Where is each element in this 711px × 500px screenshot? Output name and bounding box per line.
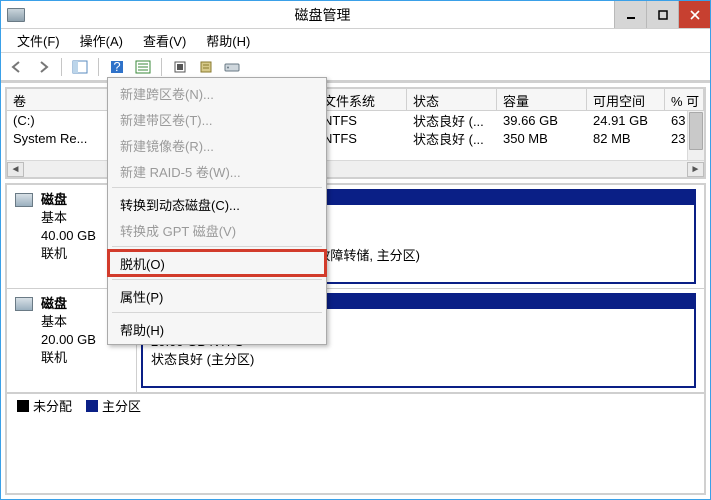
- window-buttons: [614, 1, 710, 28]
- col-fs[interactable]: 文件系统: [317, 89, 407, 110]
- separator: [98, 58, 99, 76]
- cell-cap: 39.66 GB: [497, 113, 587, 128]
- ctx-new-spanned[interactable]: 新建跨区卷(N)...: [108, 80, 326, 106]
- swatch-black-icon: [17, 400, 29, 412]
- ctx-separator: [112, 312, 322, 313]
- title-bar: 磁盘管理: [1, 1, 710, 29]
- disk1-type: 基本: [41, 313, 96, 331]
- ctx-separator: [112, 279, 322, 280]
- ctx-convert-gpt[interactable]: 转换成 GPT 磁盘(V): [108, 217, 326, 243]
- cell-cap: 350 MB: [497, 131, 587, 146]
- refresh-button[interactable]: [170, 57, 190, 77]
- window-title: 磁盘管理: [31, 5, 614, 25]
- menu-help[interactable]: 帮助(H): [196, 29, 260, 52]
- menu-bar: 文件(F) 操作(A) 查看(V) 帮助(H): [1, 29, 710, 53]
- cell-free: 24.91 GB: [587, 113, 665, 128]
- menu-file[interactable]: 文件(F): [7, 29, 70, 52]
- vertical-scrollbar[interactable]: [687, 111, 704, 160]
- action-list-button[interactable]: [133, 57, 153, 77]
- separator: [161, 58, 162, 76]
- ctx-new-mirror[interactable]: 新建镜像卷(R)...: [108, 132, 326, 158]
- svg-text:?: ?: [113, 60, 120, 74]
- ctx-separator: [112, 187, 322, 188]
- cell-free: 82 MB: [587, 131, 665, 146]
- legend-primary: 主分区: [86, 396, 141, 415]
- settings-button[interactable]: [196, 57, 216, 77]
- cell-status: 状态良好 (...: [407, 111, 497, 130]
- show-hide-tree-button[interactable]: [70, 57, 90, 77]
- ctx-help[interactable]: 帮助(H): [108, 316, 326, 342]
- col-status[interactable]: 状态: [407, 89, 497, 110]
- scroll-right-button[interactable]: ►: [687, 162, 704, 177]
- close-button[interactable]: [678, 1, 710, 28]
- legend-unalloc-label: 未分配: [33, 399, 72, 414]
- disk0-state: 联机: [41, 245, 96, 263]
- legend: 未分配 主分区: [7, 393, 704, 417]
- ctx-properties[interactable]: 属性(P): [108, 283, 326, 309]
- back-button[interactable]: [7, 57, 27, 77]
- legend-unalloc: 未分配: [17, 396, 72, 415]
- disk1-state: 联机: [41, 349, 96, 367]
- menu-view[interactable]: 查看(V): [133, 29, 196, 52]
- disk0-size: 40.00 GB: [41, 227, 96, 245]
- client-area: 卷 布局 类型 文件系统 状态 容量 可用空间 % 可 (C:) NTFS 状态…: [1, 81, 710, 499]
- col-capacity[interactable]: 容量: [497, 89, 587, 110]
- maximize-button[interactable]: [646, 1, 678, 28]
- disk-settings-button[interactable]: [222, 57, 242, 77]
- col-pct[interactable]: % 可: [665, 89, 704, 110]
- d1-status: 状态良好 (主分区): [151, 351, 686, 369]
- disk0-type: 基本: [41, 209, 96, 227]
- menu-action[interactable]: 操作(A): [70, 29, 133, 52]
- disk1-label: 磁盘: [41, 296, 67, 311]
- separator: [61, 58, 62, 76]
- ctx-separator: [112, 246, 322, 247]
- ctx-convert-dynamic[interactable]: 转换到动态磁盘(C)...: [108, 191, 326, 217]
- help-button[interactable]: ?: [107, 57, 127, 77]
- ctx-offline[interactable]: 脱机(O): [108, 250, 326, 276]
- disk1-header-text: 磁盘 基本 20.00 GB 联机: [41, 295, 96, 367]
- minimize-button[interactable]: [614, 1, 646, 28]
- cell-fs: NTFS: [317, 113, 407, 128]
- content-wrap: 卷 布局 类型 文件系统 状态 容量 可用空间 % 可 (C:) NTFS 状态…: [1, 83, 710, 499]
- scroll-left-button[interactable]: ◄: [7, 162, 24, 177]
- context-menu: 新建跨区卷(N)... 新建带区卷(T)... 新建镜像卷(R)... 新建 R…: [107, 77, 327, 345]
- forward-button[interactable]: [33, 57, 53, 77]
- disk-icon: [15, 297, 33, 311]
- legend-primary-label: 主分区: [102, 399, 141, 414]
- col-free[interactable]: 可用空间: [587, 89, 665, 110]
- app-icon: [7, 8, 25, 22]
- disk0-header-text: 磁盘 基本 40.00 GB 联机: [41, 191, 96, 263]
- disk0-label: 磁盘: [41, 192, 67, 207]
- ctx-new-striped[interactable]: 新建带区卷(T)...: [108, 106, 326, 132]
- disk-icon: [15, 193, 33, 207]
- swatch-blue-icon: [86, 400, 98, 412]
- scrollbar-thumb[interactable]: [689, 112, 703, 150]
- ctx-new-raid5[interactable]: 新建 RAID-5 卷(W)...: [108, 158, 326, 184]
- cell-fs: NTFS: [317, 131, 407, 146]
- disk1-size: 20.00 GB: [41, 331, 96, 349]
- cell-status: 状态良好 (...: [407, 129, 497, 148]
